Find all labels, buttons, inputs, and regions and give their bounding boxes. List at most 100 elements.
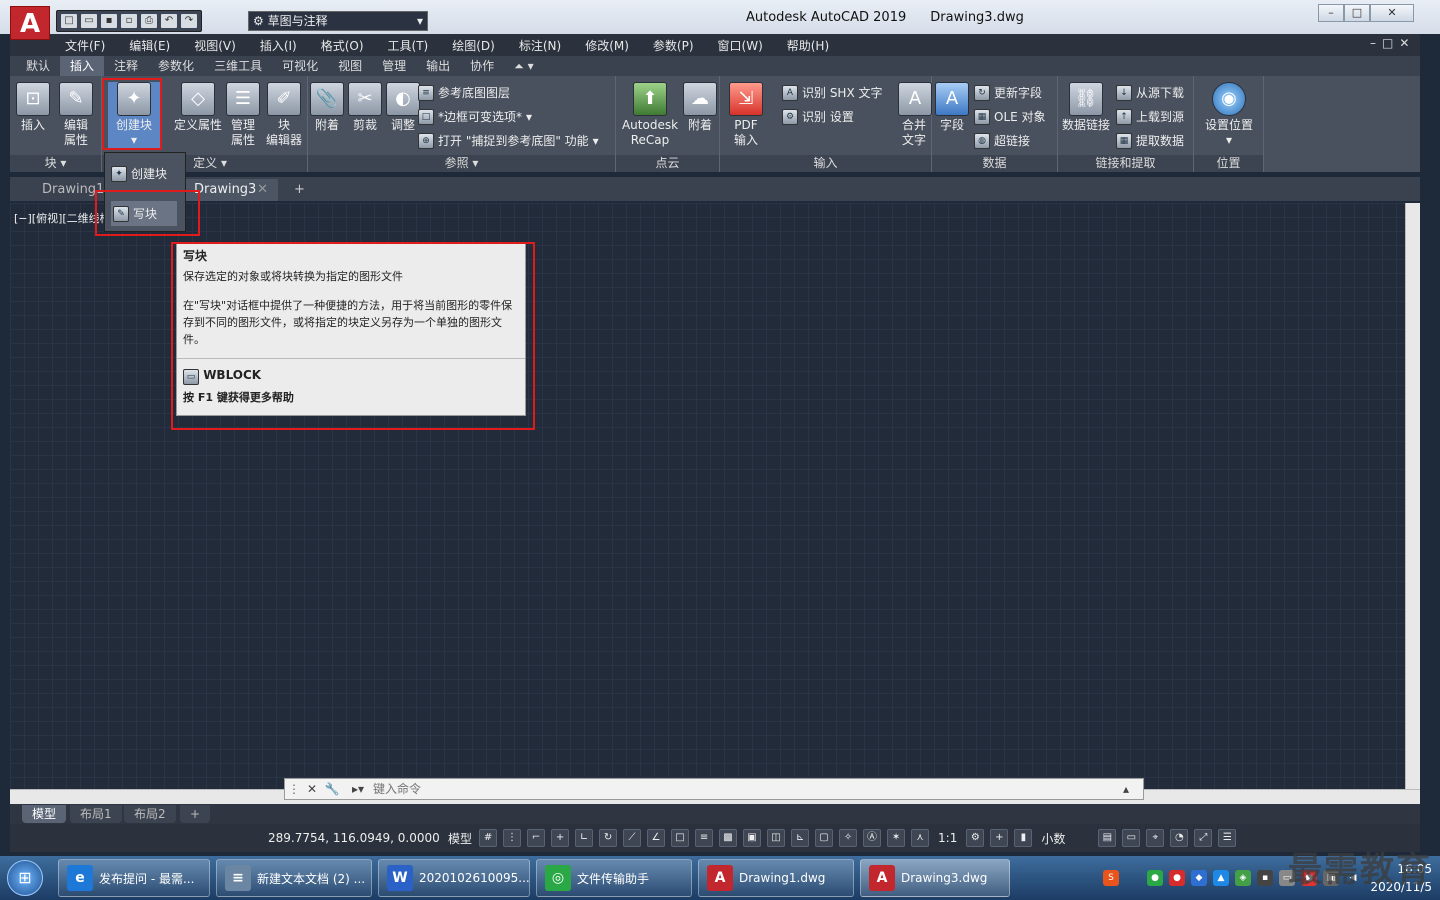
menu-help[interactable]: 帮助(H) <box>787 37 829 54</box>
save-icon[interactable]: ▪ <box>101 14 117 28</box>
minimize-button[interactable]: – <box>1318 4 1344 22</box>
sogou-input-icon[interactable]: S <box>1103 870 1119 886</box>
taskbar-item-drawing3[interactable]: A Drawing3.dwg <box>860 859 1010 897</box>
grip-icon[interactable]: ⋮ <box>285 782 303 796</box>
edit-attribute-button[interactable]: ✎ 编辑 属性 <box>56 82 96 148</box>
clip-button[interactable]: ✂ 剪裁 <box>346 82 384 133</box>
mdi-controls[interactable]: –□✕ <box>1370 36 1415 50</box>
define-attribute-button[interactable]: ◇ 定义属性 <box>172 82 224 133</box>
command-input[interactable] <box>373 782 1123 796</box>
dynamic-input-icon[interactable]: + <box>551 829 570 847</box>
selection-cycling-icon[interactable]: ▣ <box>743 829 762 847</box>
annotation-visibility-icon[interactable]: Ⓐ <box>863 829 882 847</box>
pdf-import-button[interactable]: ⇲ PDF 输入 <box>726 82 766 148</box>
coordinates-readout[interactable]: 289.7754, 116.0949, 0.0000 <box>268 831 448 845</box>
wrench-icon[interactable]: 🔧 <box>321 782 343 796</box>
workspace-selector[interactable]: ⚙ 草图与注释 ▾ <box>248 11 428 31</box>
gear-icon[interactable]: ⚙ <box>966 829 985 847</box>
snap-underlay-button[interactable]: ⊕ 打开 "捕捉到参考底图" 功能 ▾ <box>418 132 599 149</box>
ribbon-minimize-icon[interactable]: ⏶ ▾ <box>504 56 543 76</box>
close-icon[interactable]: ✕ <box>303 782 321 796</box>
weibo-icon[interactable]: ● <box>1169 870 1185 886</box>
set-location-button[interactable]: ◉ 设置位置 ▾ <box>1200 82 1258 148</box>
vertical-scrollbar[interactable] <box>1405 203 1420 790</box>
menu-dimension[interactable]: 标注(N) <box>519 37 561 54</box>
plus-icon[interactable]: + <box>990 829 1009 847</box>
isodraft-icon[interactable]: ⟋ <box>623 829 642 847</box>
autocad-logo-icon[interactable]: A <box>10 6 50 40</box>
tab-parametric[interactable]: 参数化 <box>148 56 204 76</box>
tab-3d-tools[interactable]: 三维工具 <box>204 56 272 76</box>
tab-layout2[interactable]: 布局2 <box>124 805 176 823</box>
units-selector[interactable]: 小数 <box>1041 830 1065 847</box>
menu-draw[interactable]: 绘图(D) <box>452 37 495 54</box>
gizmo-icon[interactable]: ✧ <box>839 829 858 847</box>
menu-tools[interactable]: 工具(T) <box>388 37 429 54</box>
isolate-icon[interactable]: ⌖ <box>1146 829 1165 847</box>
recap-button[interactable]: ⬆ Autodesk ReCap <box>618 82 682 148</box>
ortho-icon[interactable]: ∟ <box>575 829 594 847</box>
menu-modify[interactable]: 修改(M) <box>585 37 629 54</box>
taskbar-item-drawing1[interactable]: A Drawing1.dwg <box>698 859 854 897</box>
save-as-icon[interactable]: ▫ <box>121 14 137 28</box>
transparency-icon[interactable]: ▩ <box>719 829 738 847</box>
tab-insert[interactable]: 插入 <box>60 56 105 76</box>
clean-screen-icon[interactable]: ⤢ <box>1194 829 1213 847</box>
new-file-icon[interactable]: □ <box>61 14 77 28</box>
close-button[interactable]: ✕ <box>1370 4 1414 22</box>
adjust-button[interactable]: ◐ 调整 <box>384 82 422 133</box>
recognize-settings-button[interactable]: ⚙ 识别 设置 <box>782 108 854 125</box>
tab-visualize[interactable]: 可视化 <box>272 56 328 76</box>
open-folder-icon[interactable]: ▭ <box>81 14 97 28</box>
customize-menu-icon[interactable]: ☰ <box>1218 829 1237 847</box>
shield-icon[interactable]: ◆ <box>1191 870 1207 886</box>
block-panel-title[interactable]: 块 ▾ <box>10 155 101 172</box>
maximize-button[interactable]: □ <box>1344 4 1370 22</box>
update-field-button[interactable]: ↻ 更新字段 <box>974 84 1042 101</box>
lock-ui-icon[interactable]: ▭ <box>1122 829 1141 847</box>
block-editor-button[interactable]: ✐ 块 编辑器 <box>262 82 306 148</box>
hardware-accel-icon[interactable]: ◔ <box>1170 829 1189 847</box>
pointcloud-attach-button[interactable]: ☁ 附着 <box>682 82 718 133</box>
taskbar-item-word[interactable]: W 2020102610095... <box>378 859 530 897</box>
field-button[interactable]: A 字段 <box>934 82 970 133</box>
wechat-tray-icon[interactable]: ● <box>1147 870 1163 886</box>
manage-attribute-button[interactable]: ☰ 管理 属性 <box>224 82 262 148</box>
insert-block-button[interactable]: ⊡ 插入 <box>14 82 52 133</box>
redo-icon[interactable]: ↷ <box>181 14 197 28</box>
3d-osnap-icon[interactable]: ◫ <box>767 829 786 847</box>
selection-filter-icon[interactable]: ▢ <box>815 829 834 847</box>
annotation-scale-icon[interactable]: ⋏ <box>911 829 930 847</box>
tab-view[interactable]: 视图 <box>328 56 372 76</box>
taskbar-item-notepad[interactable]: ≡ 新建文本文档 (2) ... <box>216 859 372 897</box>
units-icon[interactable]: ▮ <box>1014 829 1033 847</box>
menu-view[interactable]: 视图(V) <box>194 37 236 54</box>
recognize-shx-button[interactable]: A 识别 SHX 文字 <box>782 84 883 101</box>
lineweight-icon[interactable]: ≡ <box>695 829 714 847</box>
tab-model[interactable]: 模型 <box>22 805 67 823</box>
undo-icon[interactable]: ↶ <box>161 14 177 28</box>
taskbar-item-wechat[interactable]: ◎ 文件传输助手 <box>536 859 692 897</box>
chevron-up-icon[interactable]: ▴ <box>1123 782 1143 796</box>
snap-icon[interactable]: ⋮ <box>503 829 522 847</box>
attach-button[interactable]: 📎 附着 <box>308 82 346 133</box>
tab-manage[interactable]: 管理 <box>372 56 416 76</box>
tab-output[interactable]: 输出 <box>416 56 460 76</box>
menu-format[interactable]: 格式(O) <box>321 37 364 54</box>
object-snap-icon[interactable]: □ <box>671 829 690 847</box>
annotation-scale[interactable]: 1:1 <box>938 831 957 845</box>
nvidia-icon[interactable]: ▪ <box>1257 870 1273 886</box>
tab-annotate[interactable]: 注释 <box>104 56 148 76</box>
infer-icon[interactable]: ⌐ <box>527 829 546 847</box>
dropdown-create-block[interactable]: ✦ 创建块 <box>111 165 167 182</box>
tab-layout1[interactable]: 布局1 <box>70 805 122 823</box>
menu-insert[interactable]: 插入(I) <box>260 37 297 54</box>
download-from-source-button[interactable]: ↓ 从源下载 <box>1116 84 1184 101</box>
antivirus-icon[interactable]: ◈ <box>1235 870 1251 886</box>
print-icon[interactable]: ⎙ <box>141 14 157 28</box>
combine-text-button[interactable]: A 合并 文字 <box>898 82 932 148</box>
underlay-layers-button[interactable]: ≡ 参考底图图层 <box>418 84 510 101</box>
object-snap-tracking-icon[interactable]: ∠ <box>647 829 666 847</box>
close-icon[interactable]: ✕ <box>257 179 268 201</box>
frame-options-button[interactable]: □ *边框可变选项* ▾ <box>418 108 532 125</box>
